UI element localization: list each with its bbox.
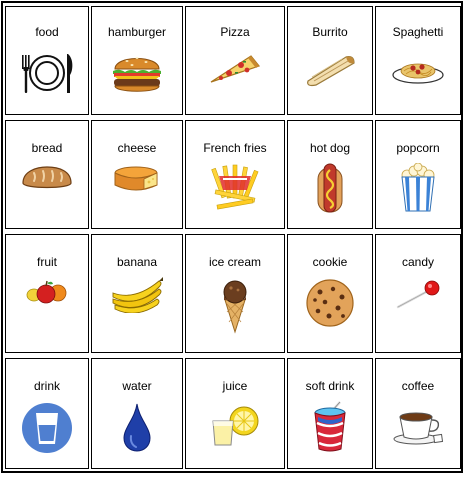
card-spaghetti[interactable]: Spaghetti	[375, 6, 461, 115]
water-glass-icon	[6, 402, 88, 454]
coffee-cup-icon	[376, 405, 460, 445]
card-food[interactable]: food	[5, 6, 89, 115]
card-label: hot dog	[309, 141, 351, 155]
lemon-juice-icon	[186, 403, 284, 447]
fruit-icon	[6, 280, 88, 304]
card-coffee[interactable]: coffee	[375, 358, 461, 469]
french-fries-icon	[186, 164, 284, 212]
card-label: Pizza	[220, 25, 250, 39]
card-burrito[interactable]: Burrito	[287, 6, 373, 115]
ice-cream-cone-icon	[186, 278, 284, 334]
card-french-fries[interactable]: French fries	[185, 120, 285, 229]
plate-fork-knife-icon	[6, 51, 88, 95]
card-cheese[interactable]: cheese	[91, 120, 183, 229]
spaghetti-plate-icon	[376, 55, 460, 85]
card-label: food	[35, 25, 59, 39]
card-label: ice cream	[208, 255, 261, 269]
card-hot-dog[interactable]: hot dog	[287, 120, 373, 229]
card-label: cheese	[117, 141, 157, 155]
card-label: fruit	[36, 255, 57, 269]
card-label: juice	[222, 379, 248, 393]
card-label: soft drink	[305, 379, 355, 393]
card-label: cookie	[312, 255, 348, 269]
card-label: Burrito	[312, 25, 348, 39]
banana-bunch-icon	[92, 275, 182, 313]
food-choice-board: food hamburger Pizza Burrito Spaghetti b…	[1, 1, 463, 473]
card-pizza[interactable]: Pizza	[185, 6, 285, 115]
card-hamburger[interactable]: hamburger	[91, 6, 183, 115]
card-water[interactable]: water	[91, 358, 183, 469]
lollipop-icon	[376, 278, 460, 310]
hamburger-icon	[92, 49, 182, 95]
card-label: water	[122, 379, 152, 393]
cheese-wheel-icon	[92, 165, 182, 193]
popcorn-box-icon	[376, 163, 460, 213]
card-label: Spaghetti	[392, 25, 444, 39]
card-cookie[interactable]: cookie	[287, 234, 373, 353]
card-bread[interactable]: bread	[5, 120, 89, 229]
hot-dog-icon	[288, 162, 372, 214]
card-drink[interactable]: drink	[5, 358, 89, 469]
card-candy[interactable]: candy	[375, 234, 461, 353]
cookie-icon	[288, 278, 372, 328]
card-fruit[interactable]: fruit	[5, 234, 89, 353]
card-ice-cream[interactable]: ice cream	[185, 234, 285, 353]
card-label: bread	[31, 141, 63, 155]
card-banana[interactable]: banana	[91, 234, 183, 353]
card-label: popcorn	[396, 141, 440, 155]
burrito-icon	[288, 51, 372, 87]
water-drop-icon	[92, 402, 182, 452]
card-label: hamburger	[107, 25, 167, 39]
card-soft-drink[interactable]: soft drink	[287, 358, 373, 469]
soda-cup-icon	[288, 401, 372, 453]
card-label: candy	[401, 255, 435, 269]
card-label: French fries	[203, 141, 267, 155]
card-label: banana	[116, 255, 158, 269]
bread-loaf-icon	[6, 165, 88, 191]
card-juice[interactable]: juice	[185, 358, 285, 469]
card-label: coffee	[401, 379, 435, 393]
pizza-slice-icon	[186, 52, 284, 86]
card-popcorn[interactable]: popcorn	[375, 120, 461, 229]
card-label: drink	[33, 379, 60, 393]
